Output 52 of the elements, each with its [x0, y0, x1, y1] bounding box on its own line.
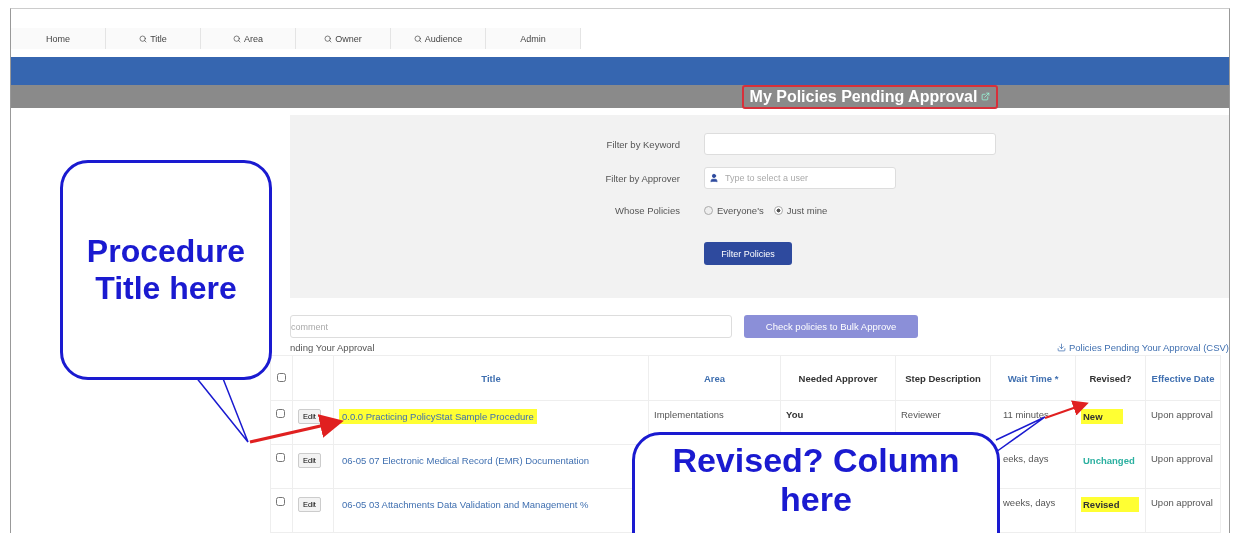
csv-link[interactable]: Policies Pending Your Approval (CSV) — [1057, 342, 1229, 353]
nav-tab[interactable]: Owner — [296, 28, 391, 49]
page-title: My Policies Pending Approval — [749, 87, 978, 106]
table-cell: Implementations — [654, 409, 724, 420]
revised-status: Revised — [1081, 497, 1140, 512]
filter-label: Filter by Approver — [604, 172, 680, 184]
nav-tab[interactable]: Admin — [486, 28, 581, 49]
radio-button[interactable] — [704, 206, 713, 215]
keyword-field[interactable] — [704, 133, 996, 155]
bulk-approve-button[interactable]: Check policies to Bulk Approve — [744, 315, 918, 338]
link-icon — [981, 92, 991, 101]
column-header: Step Description — [895, 355, 991, 401]
column-header[interactable]: Area — [648, 355, 781, 401]
policy-title-link[interactable]: 0.0.0 Practicing PolicyStat Sample Procedure — [339, 409, 537, 424]
column-header[interactable]: Effective Date — [1145, 355, 1221, 401]
callout: Revised? Column here — [632, 432, 1000, 533]
nav-tab[interactable]: Home — [11, 28, 106, 49]
filter-label: Whose Policies — [614, 205, 680, 216]
user-icon — [709, 173, 719, 183]
select-all-checkbox[interactable] — [277, 372, 286, 382]
column-header[interactable]: Title — [333, 355, 649, 401]
nav-tab[interactable]: Audience — [391, 28, 486, 49]
table-cell: Reviewer — [901, 409, 941, 420]
callout-pointer — [995, 416, 1046, 453]
download-icon — [1057, 343, 1066, 352]
column-header: Needed Approver — [780, 355, 896, 401]
table-cell: eeks, days — [1003, 453, 1049, 464]
nav-tab[interactable]: Title — [106, 28, 201, 49]
table-cell: Upon approval — [1151, 453, 1213, 464]
filter-label: Filter by Keyword — [605, 138, 680, 150]
radio-label: Just mine — [786, 205, 828, 216]
search-icon — [233, 34, 241, 43]
table-cell: Upon approval — [1151, 497, 1213, 508]
search-icon — [324, 34, 333, 43]
radio-button[interactable] — [773, 206, 783, 215]
search-icon — [413, 34, 422, 43]
row-checkbox[interactable] — [276, 453, 285, 462]
revised-status: New — [1081, 409, 1123, 424]
row-checkbox[interactable] — [276, 497, 285, 506]
callout: Procedure Title here — [60, 160, 272, 380]
table-caption: nding Your Approval — [290, 342, 375, 353]
table-cell: Upon approval — [1151, 409, 1213, 420]
row-checkbox[interactable] — [276, 409, 285, 418]
nav-tab[interactable]: Area — [201, 28, 296, 49]
table-cell: weeks, days — [1003, 497, 1056, 508]
table-cell: You — [786, 409, 804, 420]
radio-label: Everyone's — [717, 205, 764, 216]
table-cell: 11 minutes — [1003, 409, 1049, 420]
search-icon — [139, 34, 148, 43]
column-header[interactable]: Wait Time * — [990, 355, 1076, 401]
filter-button[interactable]: Filter Policies — [704, 242, 792, 265]
column-header: Revised? — [1075, 355, 1146, 401]
